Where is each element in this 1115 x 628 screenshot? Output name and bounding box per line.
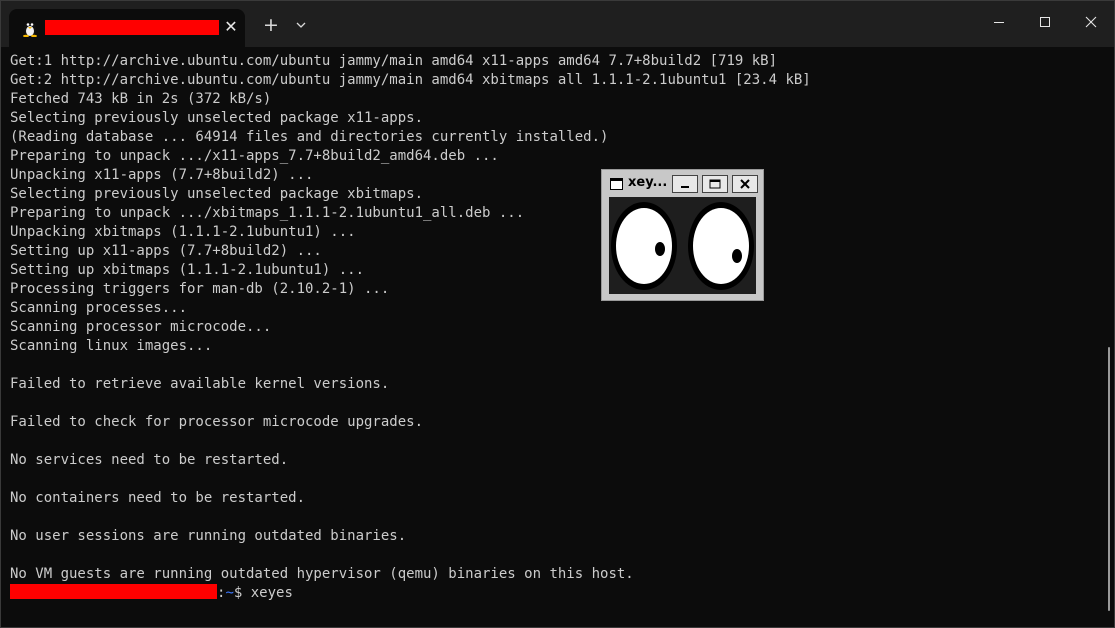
xeyes-close-button[interactable] bbox=[732, 175, 758, 193]
window-icon[interactable] bbox=[610, 178, 623, 190]
terminal-line: Scanning processes... bbox=[10, 300, 188, 316]
terminal-line: Unpacking xbitmaps (1.1.1-2.1ubuntu1) ..… bbox=[10, 224, 356, 240]
terminal-line: No containers need to be restarted. bbox=[10, 490, 306, 506]
linux-tux-icon bbox=[23, 21, 37, 37]
left-eye bbox=[611, 202, 677, 290]
terminal-line: Preparing to unpack .../x11-apps_7.7+8bu… bbox=[10, 148, 499, 164]
minimize-button[interactable] bbox=[976, 1, 1022, 45]
xeyes-window[interactable]: xey... bbox=[601, 169, 764, 301]
terminal-window: ✕ + Get:1 http://archive.ubuntu.com/ubun… bbox=[0, 0, 1115, 628]
tab-close-icon[interactable]: ✕ bbox=[221, 17, 241, 37]
prompt-command: xeyes bbox=[250, 585, 293, 601]
xeyes-canvas bbox=[609, 197, 756, 294]
terminal-line: Setting up xbitmaps (1.1.1-2.1ubuntu1) .… bbox=[10, 262, 365, 278]
xeyes-minimize-button[interactable] bbox=[672, 175, 698, 193]
terminal-line: Get:2 http://archive.ubuntu.com/ubuntu j… bbox=[10, 72, 811, 88]
terminal-output[interactable]: Get:1 http://archive.ubuntu.com/ubuntu j… bbox=[10, 52, 1100, 603]
maximize-icon bbox=[709, 179, 721, 189]
terminal-line: No VM guests are running outdated hyperv… bbox=[10, 566, 634, 582]
maximize-icon bbox=[1040, 17, 1050, 27]
close-window-button[interactable] bbox=[1068, 1, 1114, 45]
tab-dropdown-button[interactable] bbox=[290, 13, 312, 37]
terminal-line: Selecting previously unselected package … bbox=[10, 186, 424, 202]
terminal-line: Scanning linux images... bbox=[10, 338, 213, 354]
minimize-icon bbox=[681, 186, 689, 188]
prompt-user-host-redacted bbox=[10, 584, 217, 599]
right-eye bbox=[688, 202, 754, 290]
terminal-line: (Reading database ... 64914 files and di… bbox=[10, 129, 609, 145]
xeyes-title: xey... bbox=[628, 175, 668, 190]
terminal-lines: Get:1 http://archive.ubuntu.com/ubuntu j… bbox=[10, 52, 1100, 584]
terminal-line: Failed to retrieve available kernel vers… bbox=[10, 376, 390, 392]
terminal-line: Processing triggers for man-db (2.10.2-1… bbox=[10, 281, 390, 297]
new-tab-button[interactable]: + bbox=[259, 13, 283, 37]
xeyes-title-bar[interactable]: xey... bbox=[606, 173, 761, 195]
maximize-button[interactable] bbox=[1022, 1, 1068, 45]
prompt-line: :~$ xeyes bbox=[10, 584, 1100, 603]
prompt-symbol: $ bbox=[233, 585, 251, 601]
tab-title-redacted bbox=[45, 20, 219, 35]
terminal-line: No user sessions are running outdated bi… bbox=[10, 528, 407, 544]
terminal-line: Unpacking x11-apps (7.7+8build2) ... bbox=[10, 167, 314, 183]
chevron-down-icon bbox=[296, 22, 306, 28]
close-icon bbox=[740, 179, 750, 189]
terminal-line: Fetched 743 kB in 2s (372 kB/s) bbox=[10, 91, 272, 107]
terminal-line: Selecting previously unselected package … bbox=[10, 110, 424, 126]
prompt-path: ~ bbox=[225, 585, 234, 601]
terminal-line: No services need to be restarted. bbox=[10, 452, 289, 468]
terminal-line: Get:1 http://archive.ubuntu.com/ubuntu j… bbox=[10, 53, 778, 69]
terminal-line: Preparing to unpack .../xbitmaps_1.1.1-2… bbox=[10, 205, 525, 221]
terminal-line: Setting up x11-apps (7.7+8build2) ... bbox=[10, 243, 322, 259]
terminal-line: Scanning processor microcode... bbox=[10, 319, 272, 335]
minimize-icon bbox=[994, 22, 1004, 23]
close-icon bbox=[1085, 16, 1097, 28]
tab-ubuntu[interactable]: ✕ bbox=[9, 9, 245, 47]
xeyes-maximize-button[interactable] bbox=[702, 175, 728, 193]
terminal-line: Failed to check for processor microcode … bbox=[10, 414, 424, 430]
title-bar: ✕ + bbox=[1, 1, 1114, 47]
terminal-scrollbar[interactable] bbox=[1108, 347, 1110, 611]
